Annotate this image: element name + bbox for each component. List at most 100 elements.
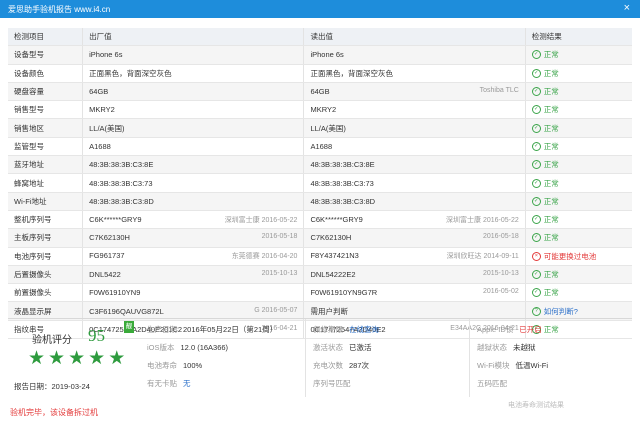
check-icon: ✓ (531, 178, 541, 188)
info-key: Apple ID锁 (477, 325, 514, 334)
check-icon: ✓ (531, 87, 541, 97)
result-text: 正常 (543, 233, 559, 243)
score-value: 95 (88, 326, 105, 345)
info-cell: 有无卡贴无 (147, 375, 191, 393)
read-value: C6K******GRY9 (310, 214, 363, 224)
factory-value-cell: 48:3B:38:3B:C3:8E (82, 155, 305, 175)
factory-value: C7K62130H (89, 233, 130, 243)
read-value: A1688 (310, 141, 333, 151)
score-label: 验机评分 (32, 335, 72, 346)
read-value: 需用户判断 (310, 306, 348, 316)
factory-value: FG961737 (89, 251, 125, 261)
read-value-cell: 正面黑色，背面深空灰色 (303, 64, 526, 83)
read-value: C7K62130H (310, 233, 352, 243)
read-value-cell: LL/A(美国) (303, 118, 526, 138)
row-label: 设备型号 (8, 45, 84, 65)
read-value-cell: 64GB Toshiba TLC (303, 82, 526, 102)
read-value: 正面黑色，背面深空灰色 (310, 68, 393, 78)
factory-value: 48:3B:38:3B:C3:73 (89, 178, 153, 188)
divider (469, 319, 470, 397)
info-value: 未越狱 (513, 343, 536, 352)
result-text: 正常 (543, 178, 559, 188)
row-label: 监管型号 (8, 137, 84, 157)
close-icon[interactable]: × (624, 2, 630, 14)
result-cell: ✓ 正常 (525, 173, 632, 193)
info-value: 已开启 (519, 325, 542, 334)
table-row: 硬盘容量 64GB 64GB Toshiba TLC ✓ 正常 (8, 82, 632, 102)
info-key: 生产日期 (147, 325, 177, 334)
read-note: Toshiba TLC (479, 87, 519, 95)
info-key: 有无卡贴 (147, 379, 177, 388)
info-cell: 保修期限 在线查询 (313, 321, 379, 339)
factory-value: LL/A(美国) (89, 123, 125, 133)
question-icon: ? (531, 306, 541, 316)
report-table: 检测项目 出厂值 读出值 检测结果 设备型号 iPhone 6s iPhone 6s… (8, 28, 632, 340)
divider (305, 319, 306, 397)
factory-value-cell: FG961737 东莞德赛 2016-04-20 (82, 247, 305, 266)
row-label: 主板序列号 (8, 228, 84, 248)
header-item: 检测项目 (8, 28, 84, 47)
info-key: 充电次数 (313, 361, 343, 370)
info-value: 低温Wi-Fi (515, 361, 549, 370)
read-value: F8Y437421N3 (310, 251, 359, 261)
row-label: 整机序列号 (8, 210, 84, 230)
read-value-cell: F8Y437421N3 深圳欣旺达 2014-09-11 (303, 247, 526, 266)
table-row: 前置摄像头 F0W61910YN9 F0W61910YN9G7R 2016-05-02… (8, 283, 632, 303)
check-icon: ✓ (531, 105, 541, 115)
info-cell: 充电次数 287次 (313, 357, 369, 375)
read-value-cell: A1688 (303, 137, 526, 157)
result-text: 正常 (543, 50, 559, 60)
info-value[interactable]: 无 (183, 379, 191, 388)
factory-value-cell: LL/A(美国) (82, 118, 305, 138)
footer-hint: 电池寿命测试结果 (508, 402, 564, 409)
row-label: 销售地区 (8, 118, 84, 138)
factory-note: G 2016-05-07 (254, 306, 298, 314)
info-value[interactable]: 在线查询 (349, 325, 379, 334)
read-value: LL/A(美国) (310, 123, 346, 133)
table-row: 电池序列号 FG961737 东莞德赛 2016-04-20 F8Y437421N3 深… (8, 247, 632, 266)
table-row: 设备颜色 正面黑色，背面深空灰色 正面黑色，背面深空灰色 ✓ 正常 (8, 64, 632, 83)
info-cell: 激活状态 已激活 (313, 339, 372, 357)
check-icon: ✓ (531, 196, 541, 206)
header-result: 检测结果 (525, 28, 632, 47)
result-text: 正常 (543, 105, 559, 115)
check-icon: ✓ (531, 160, 541, 170)
result-text: 正常 (543, 270, 559, 279)
check-icon: ✓ (531, 270, 541, 279)
read-value: F0W61910YN9G7R (310, 288, 378, 298)
info-key: 五码匹配 (477, 379, 507, 388)
read-note: 2016-05-02 (482, 288, 519, 296)
table-row: Wi-Fi地址 48:3B:38:3B:C3:8D 48:3B:38:3B:C3:8… (8, 192, 632, 211)
read-value: DNL54222E2 (310, 270, 356, 279)
read-note: 深圳富士康 2016-05-22 (446, 216, 519, 224)
factory-value: C3F6196QAUVG872L (89, 306, 164, 316)
check-icon: ✓ (531, 141, 541, 151)
factory-value: 64GB (89, 87, 109, 97)
read-value-cell: F0W61910YN9G7R 2016-05-02 (303, 283, 526, 303)
info-cell: 序列号匹配 (313, 375, 357, 393)
factory-value-cell: C6K******GRY9 深圳富士康 2016-05-22 (82, 210, 305, 230)
factory-value-cell: 正面黑色，背面深空灰色 (82, 64, 305, 83)
info-cell: iOS版本 12.0 (16A366) (147, 339, 228, 357)
table-row: 整机序列号 C6K******GRY9 深圳富士康 2016-05-22 C6K***… (8, 210, 632, 230)
factory-value: iPhone 6s (89, 50, 123, 60)
result-cell: ✓ 正常 (525, 118, 632, 138)
row-label: 硬盘容量 (8, 82, 84, 102)
row-label: 蜂窝地址 (8, 173, 84, 193)
table-row: 监管型号 A1688 A1688 ✓ 正常 (8, 137, 632, 157)
read-value: 64GB (310, 87, 330, 97)
factory-value: 48:3B:38:3B:C3:8D (89, 196, 154, 206)
result-text: 正常 (543, 141, 559, 151)
result-cell: ✓ 正常 (525, 64, 632, 83)
row-label: 前置摄像头 (8, 283, 84, 303)
result-text: 正常 (543, 215, 559, 225)
quality-badge: 靓 (124, 321, 134, 333)
factory-value-cell: iPhone 6s (82, 45, 305, 65)
read-value: 48:3B:38:3B:C3:8D (310, 196, 376, 206)
factory-value-cell: C7K62130H 2016-05-18 (82, 228, 305, 248)
result-cell: ✓ 正常 (525, 137, 632, 157)
read-value: 48:3B:38:3B:C3:73 (310, 178, 374, 188)
result-cell: ✓ 正常 (525, 192, 632, 211)
factory-value-cell: MKRY2 (82, 100, 305, 120)
row-label: 销售型号 (8, 100, 84, 120)
